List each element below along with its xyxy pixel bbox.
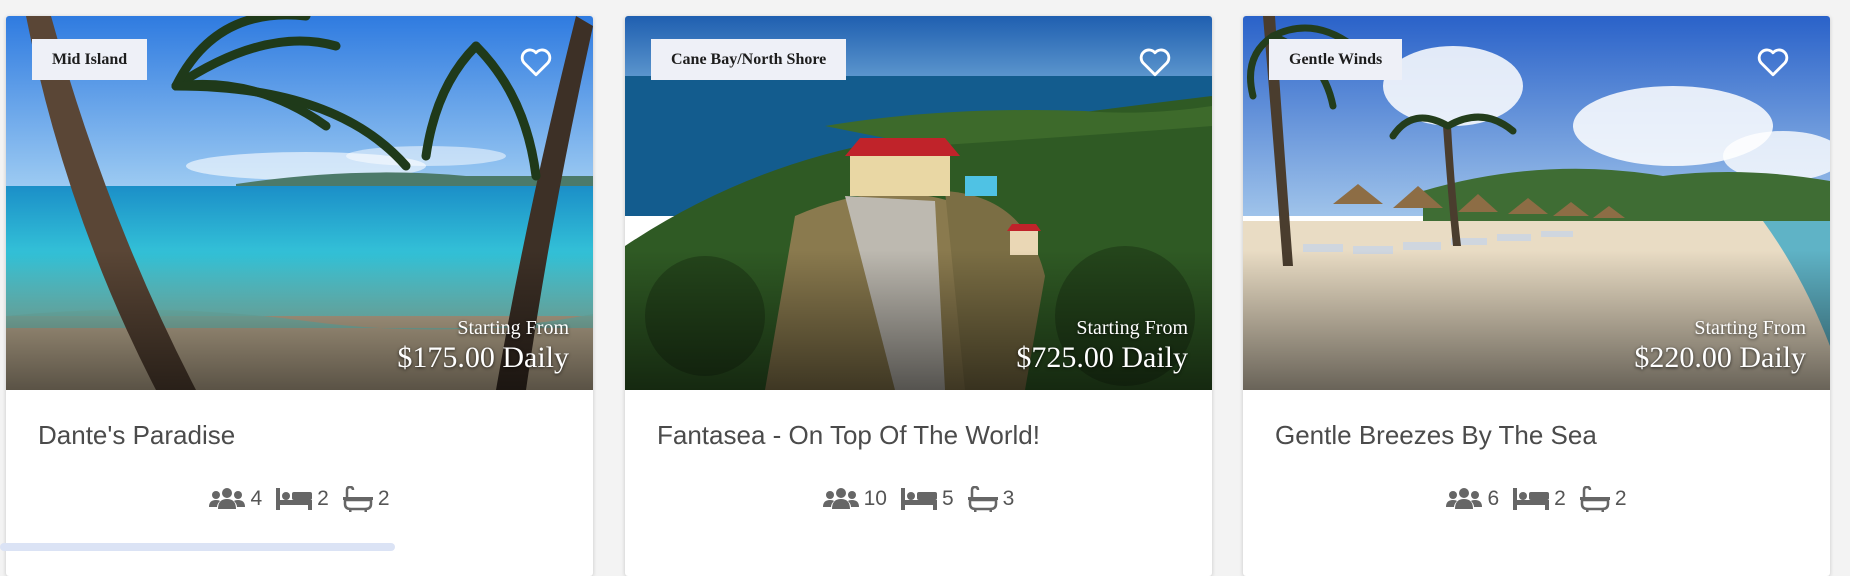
- listing-title[interactable]: Dante's Paradise: [38, 420, 235, 451]
- listing-photo[interactable]: Cane Bay/North Shore Starting From $725.…: [625, 16, 1212, 390]
- bed-icon: [276, 488, 313, 510]
- price-block: Starting From $220.00 Daily: [1634, 316, 1806, 376]
- heart-outline-icon[interactable]: [1138, 46, 1172, 78]
- bed-icon: [1513, 488, 1550, 510]
- bathtub-icon: [1579, 486, 1610, 512]
- guests-count: 10: [863, 487, 887, 510]
- price-value: $220.00 Daily: [1634, 341, 1806, 374]
- bedrooms-feature: 2: [1513, 487, 1566, 511]
- bedrooms-count: 2: [317, 487, 329, 510]
- guests-count: 4: [250, 487, 263, 510]
- bed-icon: [900, 488, 937, 510]
- guests-feature: 4: [209, 487, 262, 511]
- heart-outline-icon[interactable]: [519, 46, 553, 78]
- price-block: Starting From $175.00 Daily: [397, 316, 569, 376]
- listing-title[interactable]: Gentle Breezes By The Sea: [1275, 420, 1597, 451]
- bathrooms-count: 2: [1614, 487, 1627, 510]
- bedrooms-feature: 5: [900, 487, 954, 511]
- bathrooms-count: 3: [1002, 487, 1015, 510]
- bedrooms-count: 2: [1554, 487, 1566, 510]
- guests-count: 6: [1487, 487, 1500, 510]
- horizontal-scroll-indicator[interactable]: [0, 543, 395, 551]
- listing-card[interactable]: Mid Island Starting From $175.00 Daily D…: [6, 16, 593, 576]
- listing-card[interactable]: Gentle Winds Starting From $220.00 Daily…: [1243, 16, 1830, 576]
- bedrooms-count: 5: [941, 487, 954, 510]
- listing-card[interactable]: Cane Bay/North Shore Starting From $725.…: [625, 16, 1212, 576]
- listing-features: 6 2 2: [1243, 486, 1830, 512]
- users-icon: [1446, 488, 1483, 509]
- listing-features: 4 2 2: [6, 486, 593, 512]
- price-value: $175.00 Daily: [397, 341, 569, 374]
- bathrooms-feature: 3: [967, 486, 1015, 512]
- price-label: Starting From: [1076, 317, 1188, 339]
- listing-title[interactable]: Fantasea - On Top Of The World!: [657, 420, 1040, 451]
- bathrooms-feature: 2: [1579, 486, 1627, 512]
- listings-grid: Mid Island Starting From $175.00 Daily D…: [0, 0, 1850, 576]
- users-icon: [209, 488, 246, 509]
- users-icon: [822, 488, 859, 509]
- bedrooms-feature: 2: [276, 487, 329, 511]
- price-label: Starting From: [1694, 317, 1806, 339]
- heart-outline-icon[interactable]: [1756, 46, 1790, 78]
- location-badge: Cane Bay/North Shore: [651, 39, 847, 80]
- location-badge: Gentle Winds: [1269, 39, 1403, 80]
- guests-feature: 6: [1446, 487, 1499, 511]
- price-label: Starting From: [457, 317, 569, 339]
- bathtub-icon: [342, 486, 373, 512]
- location-badge: Mid Island: [32, 39, 148, 80]
- guests-feature: 10: [822, 487, 887, 511]
- listing-features: 10 5 3: [625, 486, 1212, 512]
- price-value: $725.00 Daily: [1016, 341, 1188, 374]
- bathrooms-feature: 2: [342, 486, 390, 512]
- listing-photo[interactable]: Mid Island Starting From $175.00 Daily: [6, 16, 593, 390]
- price-block: Starting From $725.00 Daily: [1016, 316, 1188, 376]
- listing-photo[interactable]: Gentle Winds Starting From $220.00 Daily: [1243, 16, 1830, 390]
- bathrooms-count: 2: [377, 487, 390, 510]
- bathtub-icon: [967, 486, 998, 512]
